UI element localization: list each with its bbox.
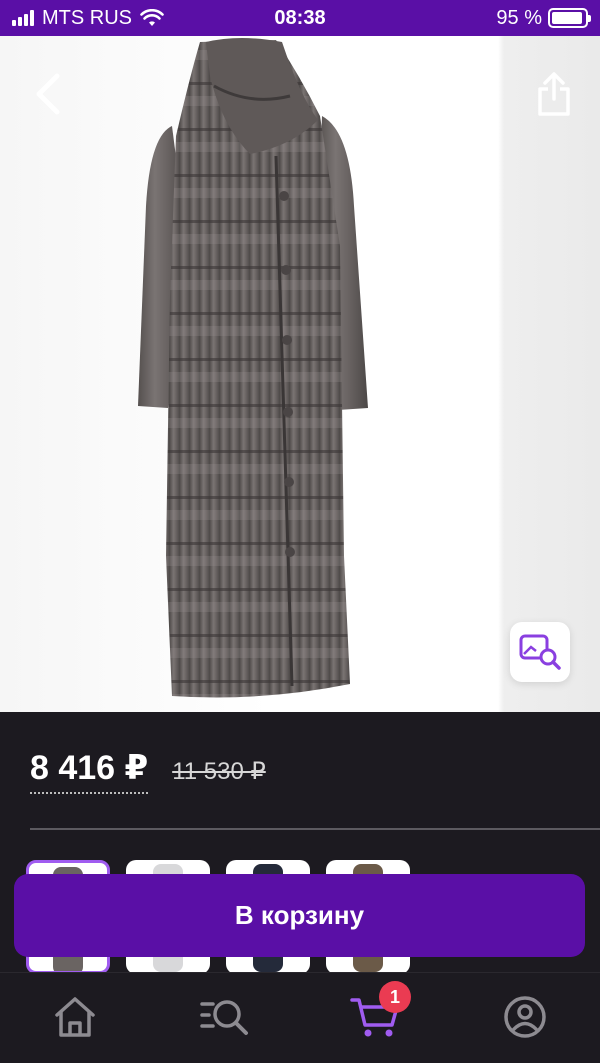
favorite-button[interactable] bbox=[432, 66, 488, 122]
image-search-icon bbox=[519, 634, 561, 670]
cart-count-badge: 1 bbox=[379, 981, 411, 1013]
battery-percent: 95 % bbox=[496, 6, 542, 29]
old-price: 11 530 ₽ bbox=[172, 758, 266, 785]
home-icon bbox=[55, 997, 95, 1037]
back-chevron-icon bbox=[36, 73, 60, 115]
share-button[interactable] bbox=[526, 64, 582, 124]
visual-search-button[interactable] bbox=[510, 622, 570, 682]
tab-home[interactable] bbox=[35, 995, 115, 1045]
current-price[interactable]: 8 416 ₽ bbox=[30, 748, 149, 794]
tab-profile[interactable] bbox=[485, 995, 565, 1045]
status-left: MTS RUS bbox=[12, 7, 232, 30]
wifi-icon bbox=[140, 9, 164, 26]
carrier-name: MTS RUS bbox=[42, 6, 132, 29]
battery-icon bbox=[548, 8, 591, 28]
product-photo-coat bbox=[138, 38, 368, 698]
status-right: 95 % bbox=[408, 6, 591, 30]
clock: 08:38 bbox=[274, 6, 326, 29]
profile-icon bbox=[504, 996, 546, 1038]
tab-catalog[interactable] bbox=[185, 995, 265, 1045]
catalog-search-icon bbox=[200, 1000, 248, 1035]
status-bar: MTS RUS 08:38 95 % bbox=[0, 0, 600, 36]
add-to-cart-button[interactable]: В корзину bbox=[14, 874, 585, 957]
battery-level bbox=[552, 12, 583, 24]
bottom-tab-bar: 1 bbox=[0, 972, 600, 1063]
price-row: 8 416 ₽ 11 530 ₽ bbox=[30, 748, 266, 794]
back-button[interactable] bbox=[22, 66, 72, 122]
tab-cart[interactable]: 1 bbox=[335, 981, 415, 1045]
divider bbox=[30, 828, 600, 830]
product-image-gallery[interactable] bbox=[0, 36, 600, 712]
cellular-signal-icon bbox=[12, 10, 34, 26]
share-icon bbox=[538, 72, 570, 116]
heart-icon bbox=[438, 74, 482, 113]
